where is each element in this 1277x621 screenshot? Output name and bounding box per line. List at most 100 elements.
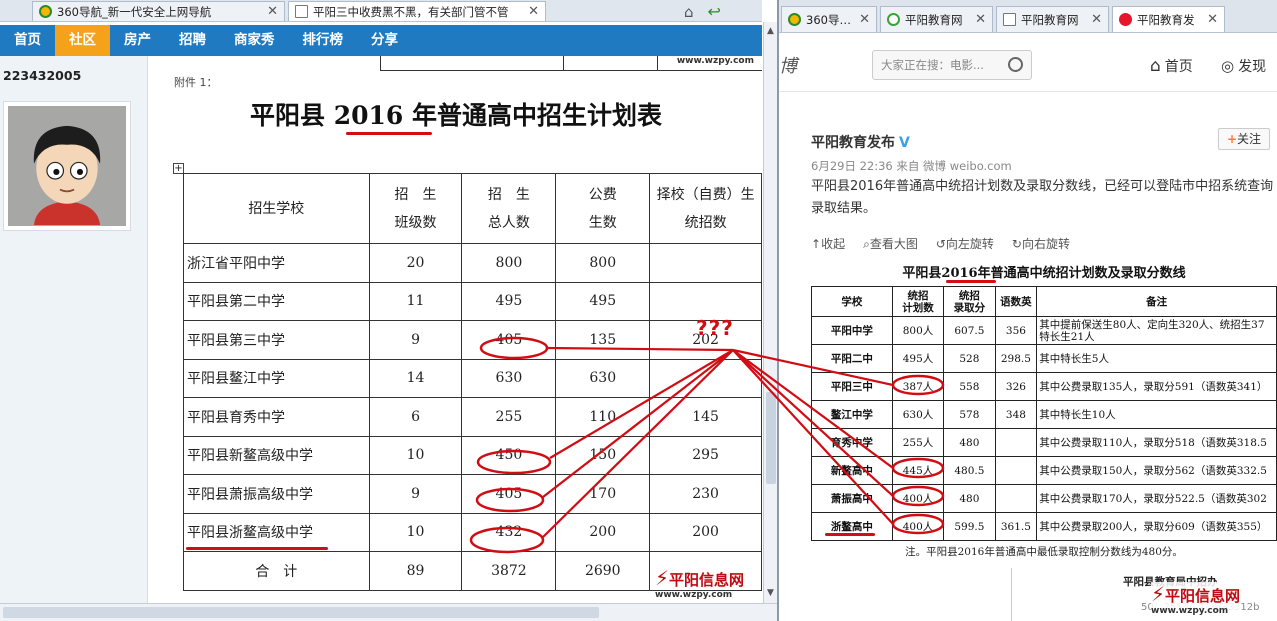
question-marks-annotation: ??? bbox=[696, 316, 734, 340]
horizontal-scrollbar[interactable] bbox=[0, 603, 778, 621]
watermark-logo: ⚡平阳信息网 www.wzpy.com bbox=[1151, 582, 1241, 616]
close-icon[interactable]: ✕ bbox=[975, 12, 986, 27]
table-row: 鳌江中学 630人 578 348 其中特长生10人 bbox=[811, 400, 1277, 429]
site-url: www.wzpy.com bbox=[676, 56, 754, 66]
scroll-thumb[interactable] bbox=[3, 607, 599, 618]
table-row: 浙江省平阳中学 20 800 800 bbox=[183, 243, 762, 283]
right-tab-3[interactable]: 平阳教育发 ✕ bbox=[1112, 6, 1225, 32]
header-total: 招 生总人数 bbox=[461, 173, 557, 244]
tab-label: 平阳教育发 bbox=[1137, 12, 1195, 27]
image-toolbar: ↑收起 ⌕查看大图 ↺向左旋转 ↻向右旋转 bbox=[811, 235, 1070, 252]
search-input[interactable]: 大家正在搜：电影... bbox=[872, 50, 1032, 80]
360-favicon-icon bbox=[788, 13, 801, 26]
watermark-logo: ⚡平阳信息网 www.wzpy.com bbox=[655, 566, 745, 600]
header-classes: 招 生班级数 bbox=[368, 173, 463, 244]
image-note: 注。平阳县2016年普通高中最低录取控制分数线为480分。 bbox=[905, 546, 1183, 558]
table-row: 浙鳌高中 400人 599.5 361.5 其中公费录取200人，录取分609（语数英3… bbox=[811, 512, 1277, 541]
post-image[interactable]: 平阳县2016年普通高中统招计划数及录取分数线 学校 统招 计划数 统招 录取分 语… bbox=[811, 258, 1277, 621]
document-viewer: www.wzpy.com 附件 1： 平阳县 2016 年普通高中招生计划表 +… bbox=[150, 56, 762, 603]
collapse-button[interactable]: ↑收起 bbox=[811, 235, 845, 252]
divider-line bbox=[1011, 568, 1012, 621]
left-tab-1[interactable]: 平阳三中收费黑不黑，有关部门管不管 ✕ bbox=[288, 1, 546, 21]
nav-discover-link[interactable]: ◎ 发现 bbox=[1221, 56, 1266, 76]
table-row: 平阳县浙鳌高级中学 10 432 200 200 bbox=[183, 512, 762, 552]
close-icon[interactable]: ✕ bbox=[859, 12, 870, 27]
close-icon[interactable]: ✕ bbox=[1091, 12, 1102, 27]
enrollment-plan-table: 招生学校 招 生班级数 招 生总人数 公费 生数 择校（自费）生 统招数 浙江省平阳… bbox=[183, 173, 762, 591]
close-icon[interactable]: ✕ bbox=[267, 4, 278, 19]
rotate-right-icon: ↻ bbox=[1011, 237, 1022, 251]
verified-badge-icon: V bbox=[899, 135, 910, 151]
home-icon[interactable]: ⌂ bbox=[684, 3, 694, 21]
plus-icon: + bbox=[1226, 132, 1238, 146]
table-header-row: 学校 统招 计划数 统招 录取分 语数英 备注 bbox=[811, 286, 1277, 317]
admission-score-table: 学校 统招 计划数 统招 录取分 语数英 备注 平阳中学 800人 607.5 356 其中… bbox=[811, 286, 1277, 541]
right-tab-0[interactable]: 360导航_新 ✕ bbox=[781, 6, 877, 32]
post-text: 平阳县2016年普通高中统招计划数及录取分数线，已经可以登陆市中招系统查询录取结… bbox=[811, 179, 1274, 216]
image-table-title: 平阳县2016年普通高中统招计划数及录取分数线 bbox=[902, 266, 1186, 281]
rotate-right-button[interactable]: ↻向右旋转 bbox=[1012, 235, 1070, 252]
table-row: 新鳌高中 445人 480.5 其中公费录取150人，录取分562（语数英332.5 bbox=[811, 456, 1277, 485]
scroll-thumb[interactable] bbox=[766, 392, 776, 484]
right-browser-window: 360导航_新 ✕ 平阳教育网 ✕ 平阳教育网 ✕ 平阳教育发 ✕ 博 大家正在… bbox=[779, 0, 1277, 621]
table-row: 平阳县第三中学 9 405 135 202 bbox=[183, 320, 762, 360]
home-icon: ⌂ bbox=[1150, 56, 1161, 76]
table-header-row: 招生学校 招 生班级数 招 生总人数 公费 生数 择校（自费）生 统招数 bbox=[183, 173, 762, 244]
right-tab-2[interactable]: 平阳教育网 ✕ bbox=[996, 6, 1109, 32]
right-tab-1[interactable]: 平阳教育网 ✕ bbox=[880, 6, 993, 32]
weibo-favicon-icon bbox=[1119, 13, 1132, 26]
weibo-logo[interactable]: 博 bbox=[779, 52, 797, 78]
post-meta: 6月29日 22:36 来自 微博 weibo.com bbox=[811, 159, 1012, 173]
tab-label: 平阳三中收费黑不黑，有关部门管不管 bbox=[313, 4, 509, 19]
vertical-scrollbar[interactable]: ▲ ▼ bbox=[763, 22, 778, 603]
nav-home-link[interactable]: ⌂ 首页 bbox=[1150, 56, 1193, 76]
close-icon[interactable]: ✕ bbox=[1207, 12, 1218, 27]
table-row: 平阳中学 800人 607.5 356 其中提前保送生80人、定向生320人、统招生37… bbox=[811, 316, 1277, 345]
header-public: 公费 生数 bbox=[555, 173, 651, 244]
table-row: 平阳县萧振高级中学 9 405 170 230 bbox=[183, 474, 762, 514]
weibo-header: 博 大家正在搜：电影... ⌂ 首页 ◎ 发现 bbox=[779, 34, 1277, 92]
back-arrow-icon[interactable]: ↩ bbox=[708, 2, 721, 21]
nav-ranking[interactable]: 排行榜 bbox=[289, 25, 358, 56]
header-selfpaid: 择校（自费）生 统招数 bbox=[649, 173, 762, 244]
poster-name[interactable]: 平阳教育发布 V bbox=[811, 132, 910, 152]
nav-community[interactable]: 社区 bbox=[55, 25, 110, 56]
follow-button[interactable]: +关注 bbox=[1218, 128, 1270, 150]
education-favicon-icon bbox=[887, 13, 900, 26]
scroll-down-icon[interactable]: ▼ bbox=[767, 588, 774, 598]
nav-jobs[interactable]: 招聘 bbox=[165, 25, 220, 56]
user-sidebar: 223432005 bbox=[0, 56, 148, 603]
magnifier-icon: ⌕ bbox=[863, 237, 870, 251]
table-row: 平阳县新鳌高级中学 10 450 150 295 bbox=[183, 435, 762, 475]
360-favicon-icon bbox=[39, 5, 52, 18]
view-large-button[interactable]: ⌕查看大图 bbox=[863, 235, 918, 252]
nav-share[interactable]: 分享 bbox=[357, 25, 412, 56]
red-underline-school bbox=[186, 547, 328, 550]
document-header-strip: www.wzpy.com bbox=[380, 56, 762, 71]
avatar[interactable] bbox=[3, 101, 131, 231]
left-tab-0[interactable]: 360导航_新一代安全上网导航 ✕ bbox=[32, 1, 285, 21]
watermark-mark-icon: ⚡ bbox=[1151, 582, 1166, 606]
nav-property[interactable]: 房产 bbox=[110, 25, 165, 56]
table-row: 平阳县鳌江中学 14 630 630 bbox=[183, 358, 762, 398]
attachment-label: 附件 1： bbox=[174, 76, 218, 89]
table-row: 萧振高中 400人 480 其中公费录取170人，录取分522.5（语数英302 bbox=[811, 484, 1277, 513]
search-icon[interactable] bbox=[1008, 57, 1023, 72]
site-nav: 首页 社区 房产 招聘 商家秀 排行榜 分享 bbox=[0, 25, 762, 56]
table-row: 平阳二中 495人 528 298.5 其中特长生5人 bbox=[811, 344, 1277, 373]
red-underline-year bbox=[946, 280, 996, 283]
compass-icon: ◎ bbox=[1221, 57, 1235, 75]
tab-label: 360导航_新 bbox=[806, 12, 854, 27]
document-title: 平阳县 2016 年普通高中招生计划表 bbox=[250, 101, 662, 130]
rotate-left-button[interactable]: ↺向左旋转 bbox=[936, 235, 994, 252]
nav-merchants[interactable]: 商家秀 bbox=[220, 25, 289, 56]
scroll-up-icon[interactable]: ▲ bbox=[767, 26, 774, 36]
left-tab-bar: 360导航_新一代安全上网导航 ✕ 平阳三中收费黑不黑，有关部门管不管 ✕ ⌂ … bbox=[0, 0, 762, 22]
tab-label: 360导航_新一代安全上网导航 bbox=[57, 4, 212, 19]
header-school: 招生学校 bbox=[183, 173, 370, 244]
close-icon[interactable]: ✕ bbox=[528, 4, 539, 19]
collapse-icon: ↑ bbox=[811, 237, 822, 251]
nav-home[interactable]: 首页 bbox=[0, 25, 55, 56]
user-id: 223432005 bbox=[3, 68, 82, 83]
right-tab-bar: 360导航_新 ✕ 平阳教育网 ✕ 平阳教育网 ✕ 平阳教育发 ✕ bbox=[779, 0, 1277, 33]
